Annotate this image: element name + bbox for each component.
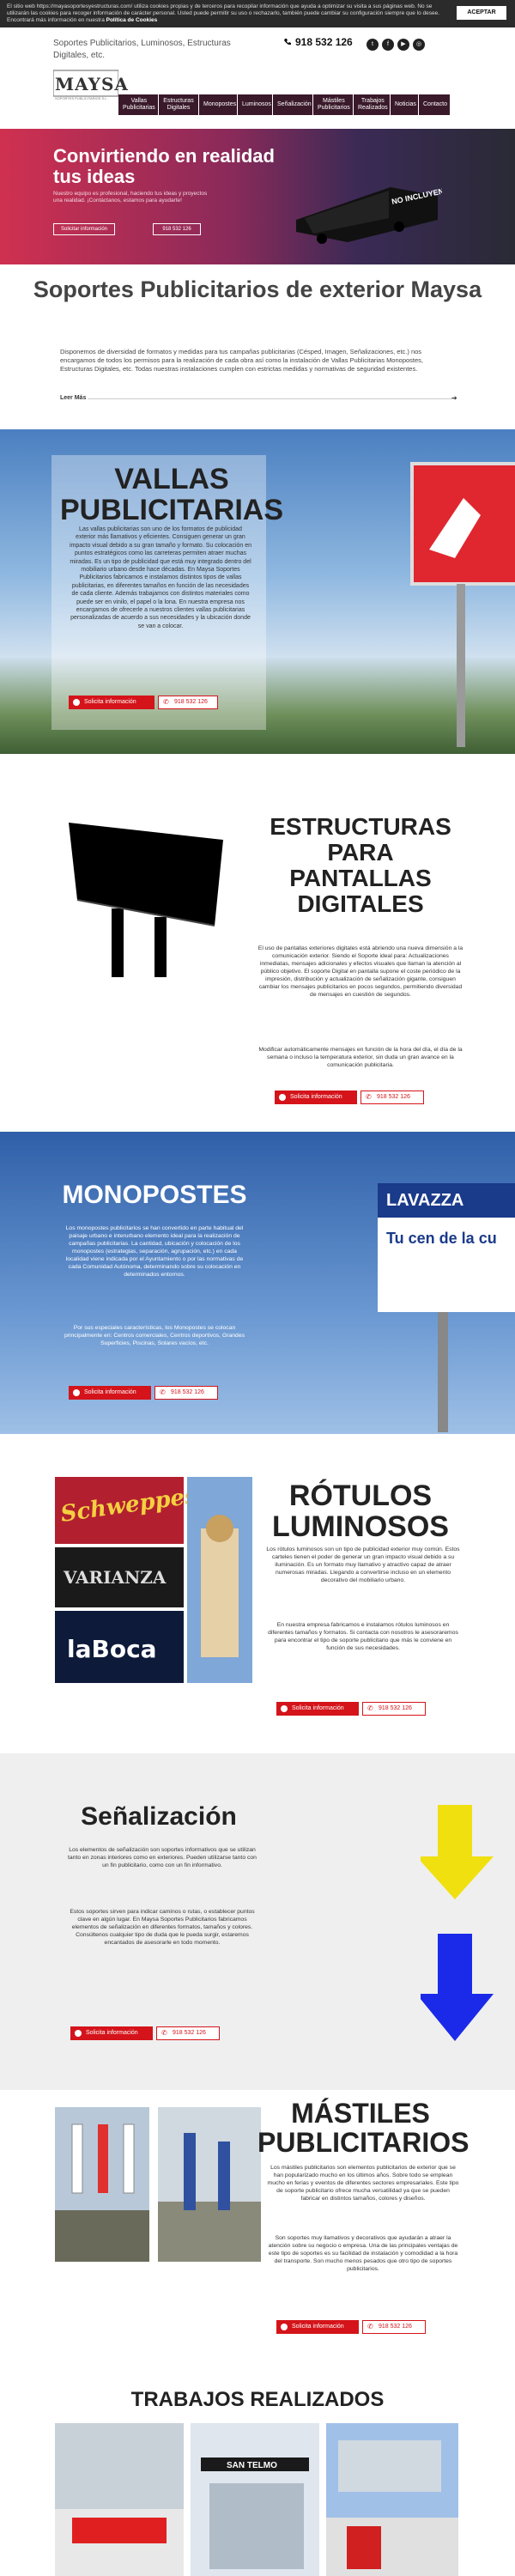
arrow-signs-photo <box>421 1805 494 2041</box>
header-phone[interactable]: 918 532 126 <box>283 36 353 48</box>
site-header: Soportes Publicitarios, Luminosos, Estru… <box>0 27 515 129</box>
senalizacion-text-1: Los elementos de señalización son soport… <box>68 1847 257 1868</box>
arrow-right-icon[interactable]: ➔ <box>451 394 457 402</box>
senalizacion-info-button[interactable]: Solicita información <box>70 2026 153 2040</box>
instagram-icon[interactable]: ◎ <box>413 39 425 51</box>
nav-item-vallas[interactable]: Vallas Publicitarias <box>118 94 158 115</box>
header-phone-number: 918 532 126 <box>295 36 353 48</box>
twitter-icon[interactable]: t <box>367 39 379 51</box>
estructuras-text-1: El uso de pantallas exteriores digitales… <box>258 945 464 998</box>
rotulos-text-1: Los rótulos luminosos son un tipo de pub… <box>266 1546 460 1583</box>
vallas-info-button[interactable]: Solicita información <box>69 696 154 709</box>
cookie-policy-link[interactable]: Política de Cookies <box>106 17 158 23</box>
nav-item-trabajos[interactable]: Trabajos Realizados <box>354 94 390 115</box>
trabajos-section: TRABAJOS REALIZADOS SAN TELMO <box>0 2365 515 2576</box>
rotulos-text-2: En nuestra empresa fabricamos e instalam… <box>268 1622 458 1651</box>
hero-title: Convirtiendo en realidad tus ideas <box>53 145 275 187</box>
intro-title: Soportes Publicitarios de exterior Maysa <box>33 276 482 302</box>
nav-item-mastiles[interactable]: Mástiles Publicitarios <box>313 94 353 115</box>
logo-wordmark: MAYSA <box>55 74 129 94</box>
facebook-icon[interactable]: f <box>382 39 394 51</box>
read-more-divider <box>88 398 455 399</box>
monopostes-info-button[interactable]: Solicita información <box>69 1386 151 1400</box>
rotulos-title: RÓTULOS LUMINOSOS <box>272 1479 449 1543</box>
digital-structure-photo <box>69 823 223 977</box>
vallas-phone-button[interactable]: 918 532 126 <box>158 696 218 709</box>
estructuras-title: ESTRUCTURAS PARA PANTALLAS DIGITALES <box>270 813 451 917</box>
estructuras-text-2: Modificar automáticamente mensajes en fu… <box>258 1047 463 1068</box>
mastiles-text-1: Los mástiles publicitarios son elementos… <box>267 2165 459 2202</box>
cookie-accept-button[interactable]: ACEPTAR <box>457 6 506 20</box>
social-links: t f ▶ ◎ <box>367 39 425 51</box>
intro-text: Disponemos de diversidad de formatos y m… <box>60 348 424 373</box>
cookie-bar: El sitio web https://mayasoportesyestruc… <box>0 0 515 27</box>
sign-varianza: VARIANZA <box>63 1567 167 1588</box>
nav-item-luminosos[interactable]: Luminosos <box>238 94 272 115</box>
trabajos-gallery: SAN TELMO <box>55 2423 458 2576</box>
rotulos-section: Schweppes VARIANZA laBoca RÓTULOS LUMINO… <box>0 1434 515 1753</box>
nav-item-estructuras[interactable]: Estructuras Digitales <box>159 94 198 115</box>
senalizacion-section: Señalización Los elementos de señalizaci… <box>0 1753 515 2090</box>
billboard-photo <box>410 462 515 747</box>
mastiles-title: MÁSTILES PUBLICITARIOS <box>258 2098 470 2158</box>
trabajos-title: TRABAJOS REALIZADOS <box>130 2388 385 2411</box>
youtube-icon[interactable]: ▶ <box>397 39 409 51</box>
monoposte-sign-brand: LAVAZZA <box>386 1191 464 1210</box>
monoposte-photo: LAVAZZA Tu cen de la cu <box>378 1183 515 1432</box>
monopostes-text-2: Por sus especiales características, los … <box>64 1325 245 1346</box>
rotulos-phone-button[interactable]: 918 532 126 <box>362 1702 426 1716</box>
vallas-title: VALLAS PUBLICITARIAS <box>59 463 284 526</box>
hero-text: Nuestro equipo es profesional, haciendo … <box>53 191 208 204</box>
vallas-text: Las vallas publicitarias son uno de los … <box>69 526 252 629</box>
nav-item-monopostes[interactable]: Monopostes <box>199 94 237 115</box>
gallery-photo-2-label: SAN TELMO <box>227 2461 277 2470</box>
estructuras-section: ESTRUCTURAS PARA PANTALLAS DIGITALES El … <box>0 754 515 1132</box>
senalizacion-title: Señalización <box>81 1802 237 1831</box>
nav-item-contacto[interactable]: Contacto <box>419 94 450 115</box>
luminous-signs-photo: Schweppes VARIANZA laBoca <box>55 1477 252 1683</box>
hero-phone-button[interactable]: 918 532 126 <box>153 223 201 235</box>
sign-laboca: laBoca <box>67 1635 157 1663</box>
logo-subtitle: SOPORTES PUBLICITARIOS S.L. <box>55 96 108 100</box>
hero-info-button[interactable]: Solicitar información <box>53 223 115 235</box>
monopostes-phone-button[interactable]: 918 532 126 <box>154 1386 218 1400</box>
mastiles-section: MÁSTILES PUBLICITARIOS Los mástiles publ… <box>0 2090 515 2365</box>
truck-illustration: NO INCLUYEN IVA <box>296 184 442 244</box>
estructuras-info-button[interactable]: Solicita información <box>275 1091 357 1104</box>
senalizacion-text-2: Estos soportes sirven para indicar camin… <box>70 1909 255 1946</box>
nav-item-noticias[interactable]: Noticias <box>391 94 418 115</box>
mastiles-phone-button[interactable]: 918 532 126 <box>362 2320 426 2334</box>
vallas-section: VALLAS PUBLICITARIAS Las vallas publicit… <box>0 429 515 754</box>
monopostes-title: MONOPOSTES <box>62 1181 247 1209</box>
senalizacion-phone-button[interactable]: 918 532 126 <box>156 2026 220 2040</box>
mastiles-text-2: Son soportes muy llamativos y decorativo… <box>268 2235 458 2272</box>
flagpoles-photo <box>55 2107 261 2262</box>
logo[interactable]: MAYSA SOPORTES PUBLICITARIOS S.L. <box>53 65 128 110</box>
nav-item-senalizacion[interactable]: Señalización <box>273 94 312 115</box>
rotulos-info-button[interactable]: Solicita información <box>276 1702 359 1716</box>
cookie-text: El sitio web https://mayasoportesyestruc… <box>7 3 440 23</box>
monopostes-section: LAVAZZA Tu cen de la cu MONOPOSTES Los m… <box>0 1132 515 1434</box>
main-nav: Vallas Publicitarias Estructuras Digital… <box>118 94 450 115</box>
read-more-link[interactable]: Leer Más <box>60 395 86 401</box>
monopostes-text-1: Los monopostes publicitarios se han conv… <box>65 1225 244 1278</box>
mastiles-info-button[interactable]: Solicita información <box>276 2320 359 2334</box>
header-tagline: Soportes Publicitarios, Luminosos, Estru… <box>53 39 231 60</box>
estructuras-phone-button[interactable]: 918 532 126 <box>360 1091 424 1104</box>
monoposte-sign-sub: Tu cen de la cu <box>386 1230 497 1247</box>
hero-banner: Convirtiendo en realidad tus ideas Nuest… <box>0 129 515 264</box>
phone-icon <box>284 39 291 46</box>
